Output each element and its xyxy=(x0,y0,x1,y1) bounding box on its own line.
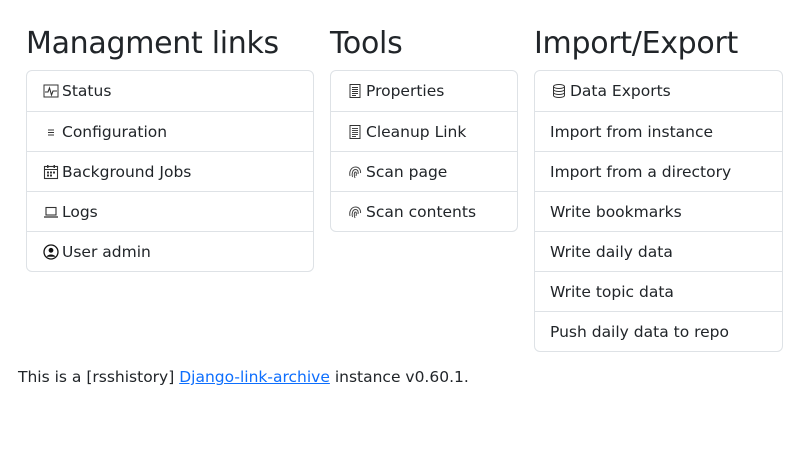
django-link-archive-link[interactable]: Django-link-archive xyxy=(179,368,330,386)
write-daily-data-label: Write daily data xyxy=(550,242,673,261)
calendar-icon xyxy=(42,163,59,180)
status-link[interactable]: Status xyxy=(27,71,313,111)
status-link-label: Status xyxy=(62,82,112,100)
management-links-section: Managment links Status Configuration Bac… xyxy=(26,26,314,272)
document-icon xyxy=(346,83,363,100)
cleanup-link-label: Cleanup Link xyxy=(366,122,467,141)
write-daily-data-link[interactable]: Write daily data xyxy=(535,231,782,271)
laptop-icon xyxy=(42,203,59,220)
fingerprint-icon xyxy=(346,163,363,180)
management-links-list: Status Configuration Background Jobs Log… xyxy=(26,70,314,272)
properties-link[interactable]: Properties xyxy=(331,71,517,111)
footer-text: This is a [rsshistory] Django-link-archi… xyxy=(18,368,469,386)
logs-link-label: Logs xyxy=(62,202,98,221)
scan-contents-link-label: Scan contents xyxy=(366,202,477,221)
tools-section: Tools Properties Cleanup Link Scan page … xyxy=(330,26,518,232)
cleanup-link-link[interactable]: Cleanup Link xyxy=(331,111,517,151)
write-topic-data-label: Write topic data xyxy=(550,282,674,301)
background-jobs-link-label: Background Jobs xyxy=(62,162,192,181)
configuration-link[interactable]: Configuration xyxy=(27,111,313,151)
data-exports-link[interactable]: Data Exports xyxy=(535,71,782,111)
import-export-section: Import/Export Data Exports Import from i… xyxy=(534,26,783,352)
footer-prefix: This is a [rsshistory] xyxy=(18,368,175,386)
tools-heading: Tools xyxy=(330,26,403,61)
list-icon xyxy=(42,123,59,140)
write-topic-data-link[interactable]: Write topic data xyxy=(535,271,782,311)
tools-list: Properties Cleanup Link Scan page Scan c… xyxy=(330,70,518,232)
write-bookmarks-label: Write bookmarks xyxy=(550,202,682,221)
import-export-list: Data Exports Import from instance Import… xyxy=(534,70,783,352)
footer-suffix: instance v0.60.1. xyxy=(334,368,469,386)
background-jobs-link[interactable]: Background Jobs xyxy=(27,151,313,191)
scan-page-link[interactable]: Scan page xyxy=(331,151,517,191)
scan-page-link-label: Scan page xyxy=(366,162,448,181)
push-daily-data-to-repo-link[interactable]: Push daily data to repo xyxy=(535,311,782,351)
properties-link-label: Properties xyxy=(366,82,445,100)
import-export-heading: Import/Export xyxy=(534,26,738,61)
scan-contents-link[interactable]: Scan contents xyxy=(331,191,517,231)
database-icon xyxy=(550,83,567,100)
import-from-instance-link[interactable]: Import from instance xyxy=(535,111,782,151)
management-links-heading: Managment links xyxy=(26,26,279,61)
configuration-link-label: Configuration xyxy=(62,122,168,141)
user-admin-link[interactable]: User admin xyxy=(27,231,313,271)
import-from-directory-link[interactable]: Import from a directory xyxy=(535,151,782,191)
data-exports-link-label: Data Exports xyxy=(570,82,671,100)
logs-link[interactable]: Logs xyxy=(27,191,313,231)
write-bookmarks-link[interactable]: Write bookmarks xyxy=(535,191,782,231)
user-circle-icon xyxy=(42,243,59,260)
user-admin-link-label: User admin xyxy=(62,242,151,261)
heartbeat-icon xyxy=(42,83,59,100)
import-from-directory-label: Import from a directory xyxy=(550,162,732,181)
push-daily-data-to-repo-label: Push daily data to repo xyxy=(550,322,729,341)
document-icon xyxy=(346,123,363,140)
import-from-instance-label: Import from instance xyxy=(550,122,714,141)
fingerprint-icon xyxy=(346,203,363,220)
